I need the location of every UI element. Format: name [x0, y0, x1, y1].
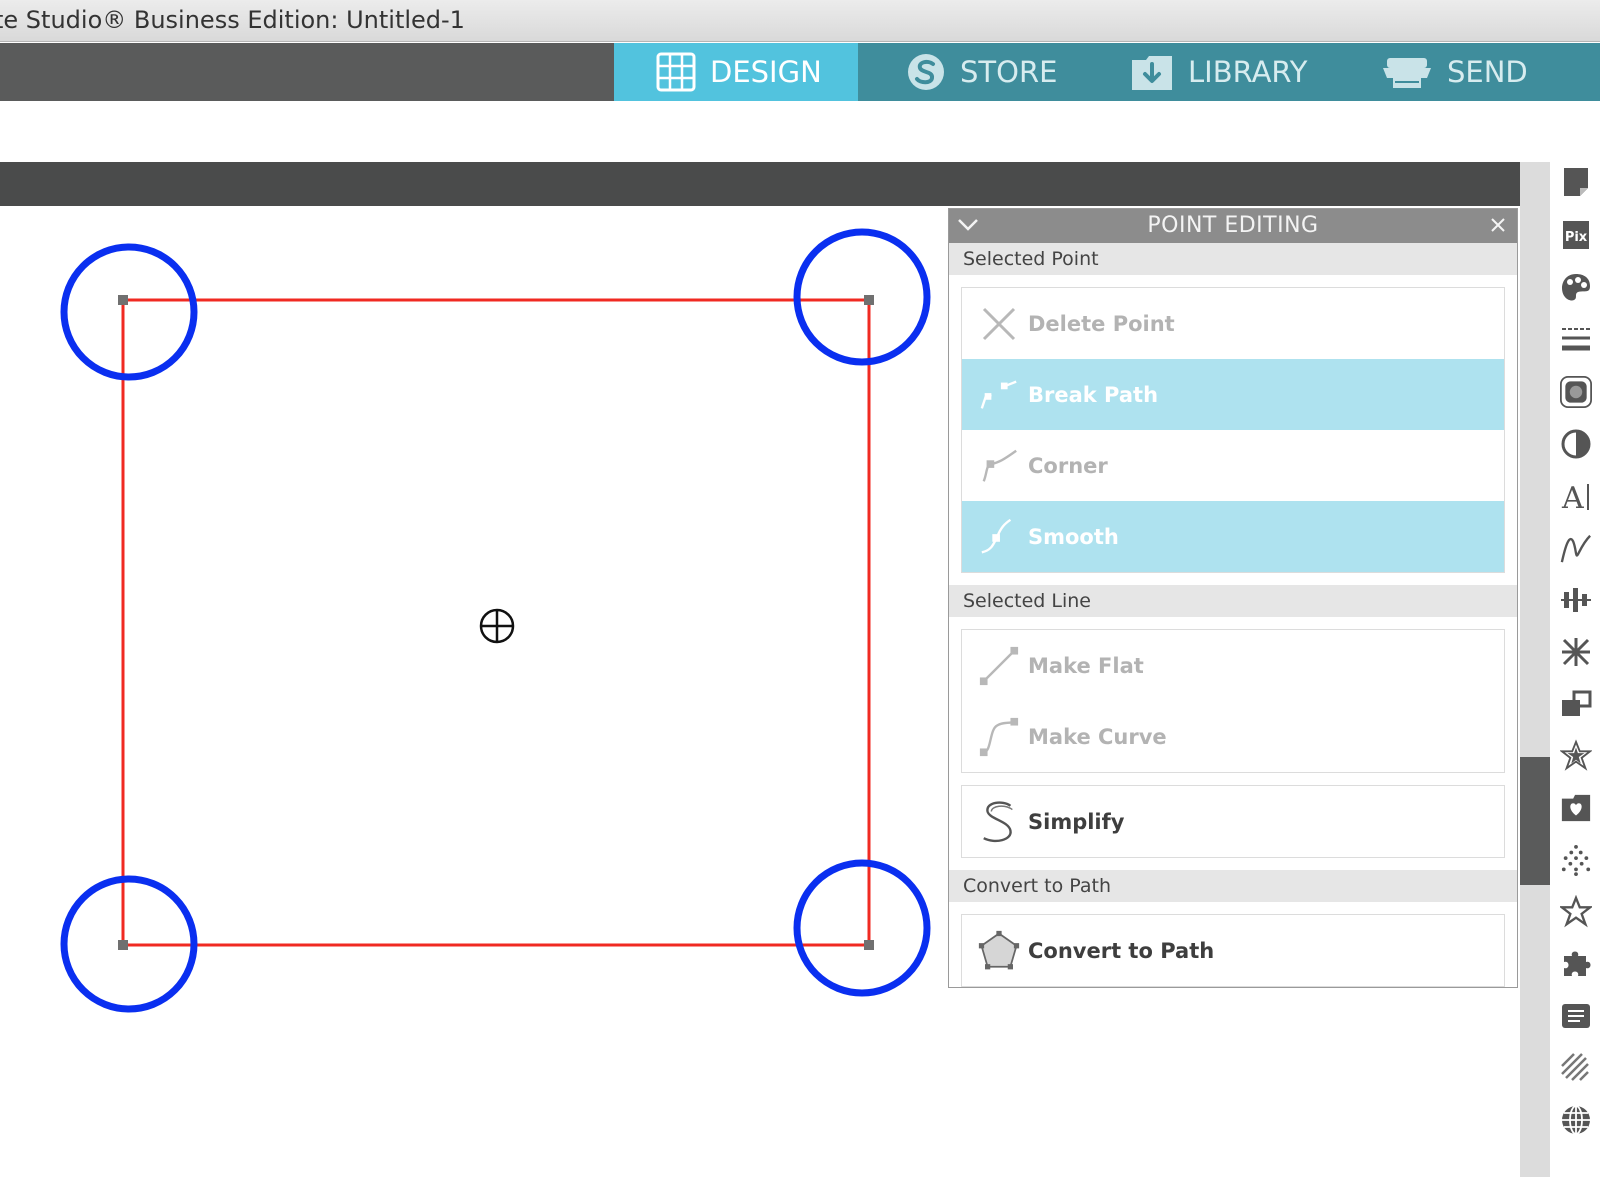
simplify-label: Simplify: [1028, 809, 1125, 834]
puzzle-icon[interactable]: [1560, 948, 1592, 980]
line-style-icon[interactable]: [1560, 324, 1592, 356]
corner-icon: [978, 442, 1020, 490]
text-style-icon[interactable]: A: [1560, 480, 1592, 512]
tab-store-label: STORE: [960, 55, 1058, 89]
align-icon[interactable]: [1560, 584, 1592, 616]
center-crosshair-icon: [479, 608, 515, 644]
anchor-point: [864, 940, 874, 950]
close-icon[interactable]: [1485, 211, 1511, 239]
convert-group: Convert to Path: [961, 914, 1505, 987]
rhinestone-icon[interactable]: [1560, 844, 1592, 876]
selected-line-buttons: Make Flat Make Curve: [961, 629, 1505, 773]
fill-pattern-icon[interactable]: [1560, 1052, 1592, 1084]
make-curve-button[interactable]: Make Curve: [962, 701, 1504, 772]
smooth-label: Smooth: [1028, 524, 1119, 549]
tab-design[interactable]: DESIGN: [614, 43, 858, 101]
svg-text:Pix: Pix: [1565, 230, 1588, 245]
toolbar-area: [0, 101, 1600, 162]
trace-icon[interactable]: [1560, 376, 1592, 408]
selected-point-buttons: Delete Point Break Path Corner Smooth: [961, 287, 1505, 573]
break-path-label: Break Path: [1028, 382, 1159, 407]
anchor-point: [118, 940, 128, 950]
break-path-button[interactable]: Break Path: [962, 359, 1504, 430]
svg-text:A: A: [1561, 481, 1584, 512]
smooth-button[interactable]: Smooth: [962, 501, 1504, 572]
canvas-header-bar: [0, 162, 1520, 206]
pentagon-path-icon: [978, 927, 1020, 975]
window-title: te Studio® Business Edition: Untitled-1: [0, 6, 465, 34]
store-s-icon: [906, 52, 946, 92]
highlight-circle: [60, 243, 198, 381]
pixscan-icon[interactable]: Pix: [1560, 219, 1592, 251]
nav-tabs: DESIGN STORE LIBRARY SEND: [614, 43, 1600, 101]
make-flat-icon: [978, 642, 1020, 690]
smooth-icon: [978, 513, 1020, 561]
library-icon[interactable]: [1560, 792, 1592, 824]
canvas-drawing: [60, 228, 931, 1013]
make-flat-button[interactable]: Make Flat: [962, 630, 1504, 701]
app-window: te Studio® Business Edition: Untitled-1 …: [0, 0, 1600, 1177]
simplify-s-icon: [978, 798, 1020, 846]
section-selected-point: Selected Point: [949, 243, 1517, 275]
sketch-icon[interactable]: [1560, 532, 1592, 564]
panel-header: POINT EDITING: [949, 209, 1517, 243]
point-editing-panel: POINT EDITING Selected Point Delete Poin…: [948, 208, 1518, 988]
right-tool-rail: Pix A: [1550, 162, 1600, 1177]
vertical-scrollbar[interactable]: [1520, 162, 1550, 1177]
make-flat-label: Make Flat: [1028, 653, 1144, 678]
highlight-circle: [793, 228, 931, 366]
tab-library[interactable]: LIBRARY: [1090, 43, 1337, 101]
make-curve-icon: [978, 713, 1020, 761]
page-setup-icon[interactable]: [1560, 166, 1592, 198]
section-convert-to-path: Convert to Path: [949, 870, 1517, 902]
anchor-point: [118, 295, 128, 305]
simplify-group: Simplify: [961, 785, 1505, 858]
layers-icon[interactable]: [1560, 1000, 1592, 1032]
delete-point-button[interactable]: Delete Point: [962, 288, 1504, 359]
panel-title: POINT EDITING: [1147, 213, 1319, 238]
title-bar: te Studio® Business Edition: Untitled-1: [0, 0, 1600, 42]
emboss-icon[interactable]: [1560, 895, 1592, 928]
break-path-icon: [978, 371, 1020, 419]
delete-point-label: Delete Point: [1028, 311, 1175, 336]
library-download-icon: [1130, 52, 1174, 92]
convert-to-path-label: Convert to Path: [1028, 938, 1215, 963]
highlight-circle: [793, 859, 931, 997]
offset-icon[interactable]: [1560, 739, 1592, 772]
transform-icon[interactable]: [1560, 688, 1592, 720]
tab-send[interactable]: SEND: [1337, 43, 1600, 101]
section-selected-line: Selected Line: [949, 585, 1517, 617]
globe-icon[interactable]: [1560, 1104, 1592, 1136]
anchor-point: [864, 295, 874, 305]
tab-send-label: SEND: [1447, 55, 1528, 89]
convert-to-path-button[interactable]: Convert to Path: [962, 915, 1504, 986]
grid-icon: [656, 52, 696, 92]
replicate-icon[interactable]: [1560, 636, 1592, 668]
corner-label: Corner: [1028, 453, 1108, 478]
main-nav-bar: DESIGN STORE LIBRARY SEND: [0, 43, 1600, 101]
cutter-machine-icon: [1381, 52, 1433, 92]
make-curve-label: Make Curve: [1028, 724, 1167, 749]
image-effects-icon[interactable]: [1560, 428, 1592, 460]
corner-button[interactable]: Corner: [962, 430, 1504, 501]
simplify-button[interactable]: Simplify: [962, 786, 1504, 857]
tab-store[interactable]: STORE: [858, 43, 1090, 101]
scrollbar-thumb[interactable]: [1520, 757, 1550, 885]
fill-color-icon[interactable]: [1560, 272, 1592, 304]
delete-x-icon: [978, 300, 1020, 348]
tab-library-label: LIBRARY: [1188, 55, 1308, 89]
tab-design-label: DESIGN: [710, 55, 822, 89]
